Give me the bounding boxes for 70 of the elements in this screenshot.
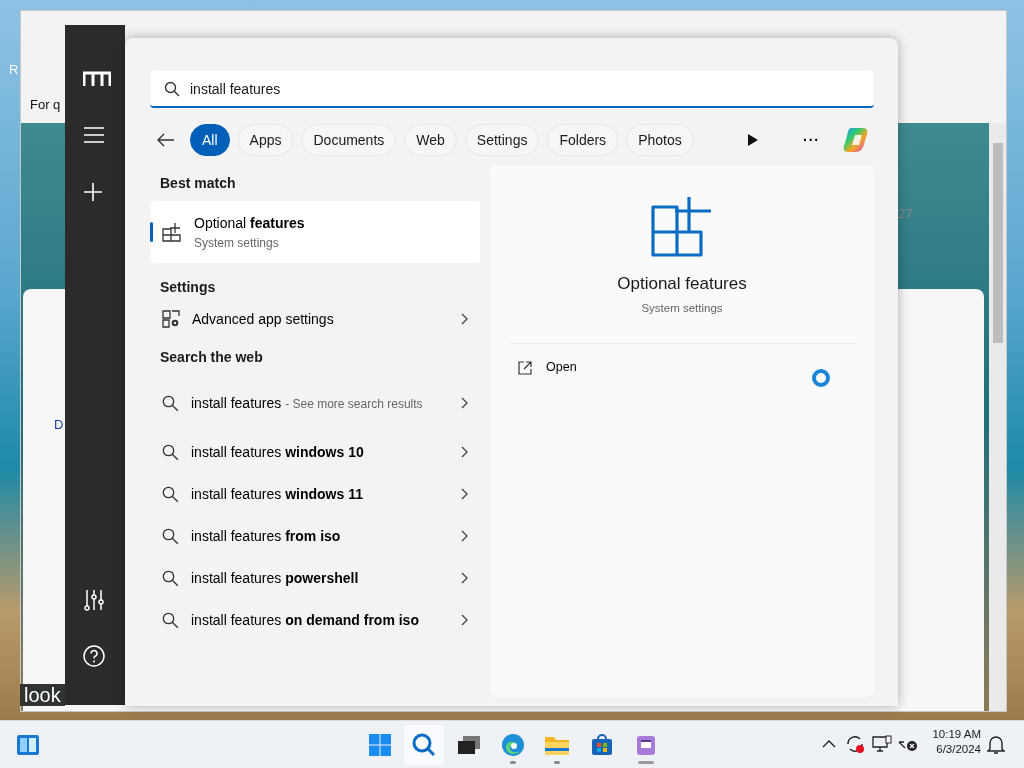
- play-icon[interactable]: [747, 133, 759, 147]
- search-icon: [164, 81, 180, 97]
- sync-icon[interactable]: [845, 734, 865, 754]
- section-heading: Settings: [159, 278, 217, 297]
- clock-time[interactable]: 10:19 AM: [925, 727, 981, 742]
- chevron-right-icon: [460, 446, 468, 458]
- search-icon: [162, 443, 179, 461]
- result-subtitle: System settings: [194, 234, 280, 252]
- scrollbar[interactable]: [989, 123, 1006, 711]
- back-arrow-icon[interactable]: [157, 133, 175, 147]
- preview-title: Optional features: [616, 273, 748, 295]
- chevron-up-icon[interactable]: [822, 739, 836, 749]
- search-icon: [162, 569, 179, 587]
- filter-tab[interactable]: Documents: [301, 124, 397, 156]
- background-text: 27: [898, 205, 913, 223]
- result-item[interactable]: install features powershell: [150, 557, 480, 599]
- search-icon: [162, 611, 179, 629]
- filter-tab[interactable]: Apps: [237, 124, 294, 156]
- result-label: install features windows 11: [191, 485, 364, 504]
- filter-tab[interactable]: Photos: [626, 124, 694, 156]
- search-icon: [162, 527, 179, 545]
- preview-subtitle: System settings: [640, 301, 724, 316]
- plus-icon[interactable]: [83, 182, 103, 202]
- result-label: install features windows 10: [191, 443, 365, 462]
- result-item[interactable]: install features - See more search results: [150, 375, 480, 431]
- result-label: install features from iso: [191, 527, 342, 546]
- result-item[interactable]: install features windows 11: [150, 473, 480, 515]
- search-icon: [162, 485, 179, 503]
- result-label: install features on demand from iso: [191, 611, 420, 630]
- section-heading: Search the web: [159, 348, 264, 367]
- chevron-right-icon: [460, 530, 468, 542]
- menu-icon[interactable]: [83, 127, 105, 143]
- filter-tab[interactable]: Settings: [464, 124, 540, 156]
- background-text: R: [9, 61, 19, 79]
- result-item[interactable]: Optional features System settings: [150, 201, 480, 263]
- chevron-right-icon: [460, 313, 468, 325]
- result-item[interactable]: Advanced app settings: [150, 298, 480, 340]
- section-heading: Best match: [159, 174, 237, 193]
- result-label: install features - See more search results: [191, 393, 424, 413]
- notification-bell-icon[interactable]: [987, 735, 1005, 755]
- filter-tab[interactable]: All: [190, 124, 230, 156]
- clock-date[interactable]: 6/3/2024: [925, 742, 981, 757]
- optional-features-icon: [651, 195, 713, 257]
- search-field[interactable]: install features: [150, 71, 874, 108]
- result-title: Optional features: [194, 213, 305, 233]
- result-item[interactable]: install features from iso: [150, 515, 480, 557]
- open-link[interactable]: Open: [518, 358, 577, 377]
- search-icon[interactable]: [404, 725, 445, 765]
- settings-sliders-icon[interactable]: [83, 589, 105, 611]
- chevron-right-icon: [460, 488, 468, 500]
- result-item[interactable]: install features on demand from iso: [150, 599, 480, 641]
- help-icon[interactable]: [83, 645, 105, 667]
- result-label: install features powershell: [191, 569, 360, 588]
- chevron-right-icon: [460, 397, 468, 409]
- external-link-icon: [518, 360, 532, 375]
- search-icon: [162, 394, 179, 412]
- chevron-right-icon: [460, 572, 468, 584]
- logo-icon: [83, 71, 111, 87]
- background-text: look: [20, 684, 65, 706]
- filter-tab[interactable]: Web: [404, 124, 457, 156]
- result-label: Advanced app settings: [192, 310, 335, 329]
- background-text: For q: [30, 96, 61, 114]
- filter-tab[interactable]: Folders: [547, 124, 619, 156]
- optional-features-icon: [162, 222, 182, 242]
- chevron-right-icon: [460, 614, 468, 626]
- app-settings-icon: [162, 310, 180, 328]
- more-button[interactable]: ···: [803, 129, 820, 151]
- background-text: D: [54, 416, 64, 434]
- monitor-icon[interactable]: [872, 735, 892, 753]
- result-item[interactable]: install features windows 10: [150, 431, 480, 473]
